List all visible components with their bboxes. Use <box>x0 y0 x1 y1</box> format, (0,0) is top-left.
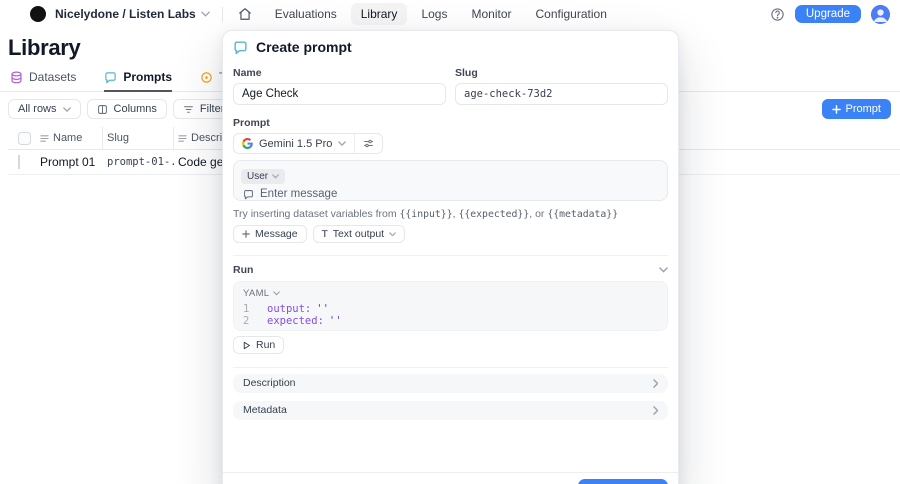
play-icon <box>243 341 250 349</box>
metadata-section-toggle[interactable]: Metadata <box>233 400 668 420</box>
plus-icon <box>831 104 841 114</box>
name-slug-fields: Name Slug <box>233 67 668 105</box>
chevron-down-icon <box>200 11 210 17</box>
text-column-icon <box>40 134 49 142</box>
app-window: Nicelydone / Listen Labs Evaluations Lib… <box>0 0 900 484</box>
tab-datasets[interactable]: Datasets <box>10 70 76 92</box>
variable-expected: {{expected}} <box>458 209 530 220</box>
home-button[interactable] <box>235 4 255 24</box>
org-switcher[interactable]: Nicelydone / Listen Labs <box>55 7 196 21</box>
variable-input: {{input}} <box>399 209 453 220</box>
chevron-down-icon <box>272 174 279 179</box>
model-name: Gemini 1.5 Pro <box>259 137 333 150</box>
message-input[interactable]: Enter message <box>241 188 660 200</box>
filter-icon <box>183 105 193 113</box>
app-logo-icon <box>30 6 46 22</box>
variable-metadata: {{metadata}} <box>547 209 619 220</box>
section-divider <box>233 255 668 256</box>
create-prompt-modal: Create prompt Name Slug Prompt Gemini 1.… <box>222 30 679 484</box>
column-header-slug[interactable]: Slug <box>103 127 174 149</box>
nav-item-logs[interactable]: Logs <box>411 3 457 25</box>
chevron-down-icon <box>273 291 281 296</box>
run-section-label: Run <box>233 264 254 276</box>
database-icon <box>11 71 22 83</box>
slug-label: Slug <box>455 67 478 79</box>
nav-item-configuration[interactable]: Configuration <box>525 3 616 25</box>
chat-icon <box>105 71 117 83</box>
upgrade-button[interactable]: Upgrade <box>794 5 861 23</box>
section-divider <box>233 366 668 368</box>
message-editor[interactable]: User Enter message <box>233 160 668 201</box>
modal-title: Create prompt <box>256 39 352 55</box>
modal-footer <box>223 472 678 484</box>
chat-icon <box>234 40 247 54</box>
chevron-down-icon <box>62 106 71 112</box>
run-section-header[interactable]: Run <box>233 264 668 276</box>
columns-icon <box>97 104 107 114</box>
chevron-down-icon <box>389 232 396 237</box>
sliders-icon <box>364 139 374 148</box>
new-prompt-button[interactable]: Prompt <box>821 99 891 119</box>
chevron-right-icon <box>652 405 658 415</box>
description-section-toggle[interactable]: Description <box>233 373 668 393</box>
nav-item-evaluations[interactable]: Evaluations <box>265 3 347 25</box>
google-icon <box>242 138 253 149</box>
name-field[interactable] <box>233 83 446 105</box>
name-label: Name <box>233 67 262 79</box>
home-icon <box>238 8 251 20</box>
slug-field[interactable] <box>455 83 668 105</box>
rows-filter-dropdown[interactable]: All rows <box>8 99 81 119</box>
message-role-dropdown[interactable]: User <box>241 169 286 184</box>
add-message-button[interactable]: Message <box>233 225 307 243</box>
variables-hint: Try inserting dataset variables from {{i… <box>233 208 619 220</box>
yaml-editor[interactable]: YAML 1 output: '' 2 expected: '' <box>233 281 668 331</box>
editor-language-dropdown[interactable]: YAML <box>243 288 658 299</box>
run-button[interactable]: Run <box>233 336 285 354</box>
modal-submit-button[interactable] <box>578 479 668 484</box>
nav-item-library[interactable]: Library <box>350 3 408 25</box>
help-icon[interactable] <box>770 7 785 22</box>
chevron-down-icon <box>338 141 347 146</box>
row-checkbox[interactable] <box>18 155 20 169</box>
prompt-section-label: Prompt <box>233 117 270 129</box>
output-type-dropdown[interactable]: T Text output <box>312 225 406 243</box>
code-lines: 1 output: '' 2 expected: '' <box>243 303 658 327</box>
columns-button[interactable]: Columns <box>86 99 167 119</box>
tool-icon <box>201 71 212 83</box>
navbar-divider <box>221 6 223 22</box>
row-name: Prompt 01 <box>40 155 96 169</box>
chat-icon <box>244 189 253 199</box>
nav-item-monitor[interactable]: Monitor <box>461 3 521 25</box>
plus-icon <box>242 230 250 238</box>
column-header-name[interactable]: Name <box>36 127 103 149</box>
code-line: 2 expected: '' <box>243 314 342 327</box>
avatar[interactable] <box>871 4 890 24</box>
model-settings-button[interactable] <box>354 134 382 153</box>
message-placeholder: Enter message <box>260 188 338 200</box>
text-type-icon: T <box>321 228 328 240</box>
model-selector[interactable]: Gemini 1.5 Pro <box>234 134 354 153</box>
row-slug: prompt-01-... <box>107 156 174 168</box>
navbar-right: Upgrade <box>770 4 890 24</box>
nav-items: Evaluations Library Logs Monitor Configu… <box>265 3 617 25</box>
select-all-checkbox[interactable] <box>18 131 31 145</box>
tab-prompts[interactable]: Prompts <box>104 70 173 92</box>
top-navbar: Nicelydone / Listen Labs Evaluations Lib… <box>0 0 900 28</box>
model-selector-group: Gemini 1.5 Pro <box>233 133 384 154</box>
text-column-icon <box>178 134 187 142</box>
chevron-down-icon[interactable] <box>659 267 668 273</box>
modal-header: Create prompt <box>233 39 668 55</box>
message-actions: Message T Text output <box>233 225 668 243</box>
chevron-right-icon <box>652 378 658 388</box>
